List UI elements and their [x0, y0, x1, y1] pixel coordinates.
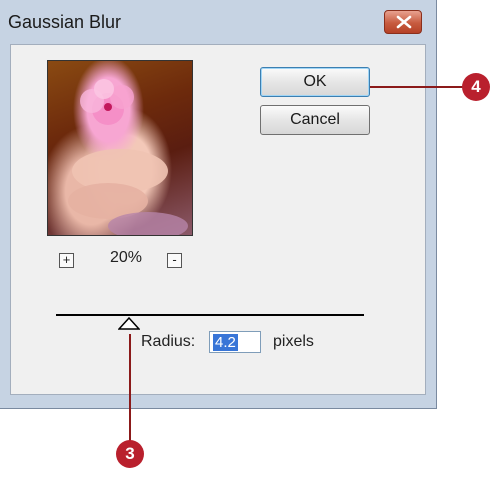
- callout-step-3: 3: [116, 440, 144, 468]
- close-icon: [396, 15, 412, 29]
- callout-line-radius: [129, 334, 131, 442]
- title-bar[interactable]: Gaussian Blur: [0, 0, 436, 40]
- radius-row: Radius: 4.2 pixels: [141, 331, 341, 355]
- zoom-level: 20%: [109, 249, 143, 266]
- radius-input[interactable]: 4.2: [209, 331, 261, 353]
- zoom-controls: + 20% -: [51, 245, 191, 269]
- callout-line-ok: [370, 86, 466, 88]
- zoom-in-button[interactable]: +: [59, 253, 74, 268]
- flower-photo: [68, 79, 188, 235]
- triangle-up-icon[interactable]: [118, 317, 140, 331]
- close-button[interactable]: [384, 10, 422, 34]
- zoom-out-button[interactable]: -: [167, 253, 182, 268]
- radius-slider-track[interactable]: [56, 314, 364, 316]
- preview-image[interactable]: [47, 60, 193, 236]
- gaussian-blur-dialog: Gaussian Blur + 20% - OK Cancel Radius: …: [0, 0, 437, 409]
- ok-button[interactable]: OK: [260, 67, 370, 97]
- dialog-title: Gaussian Blur: [8, 12, 122, 32]
- callout-step-4: 4: [462, 73, 490, 101]
- cancel-button[interactable]: Cancel: [260, 105, 370, 135]
- radius-label: Radius:: [141, 333, 196, 350]
- units-label: pixels: [273, 333, 314, 350]
- radius-value: 4.2: [213, 334, 238, 351]
- dialog-body: + 20% - OK Cancel Radius: 4.2 pixels: [10, 44, 426, 395]
